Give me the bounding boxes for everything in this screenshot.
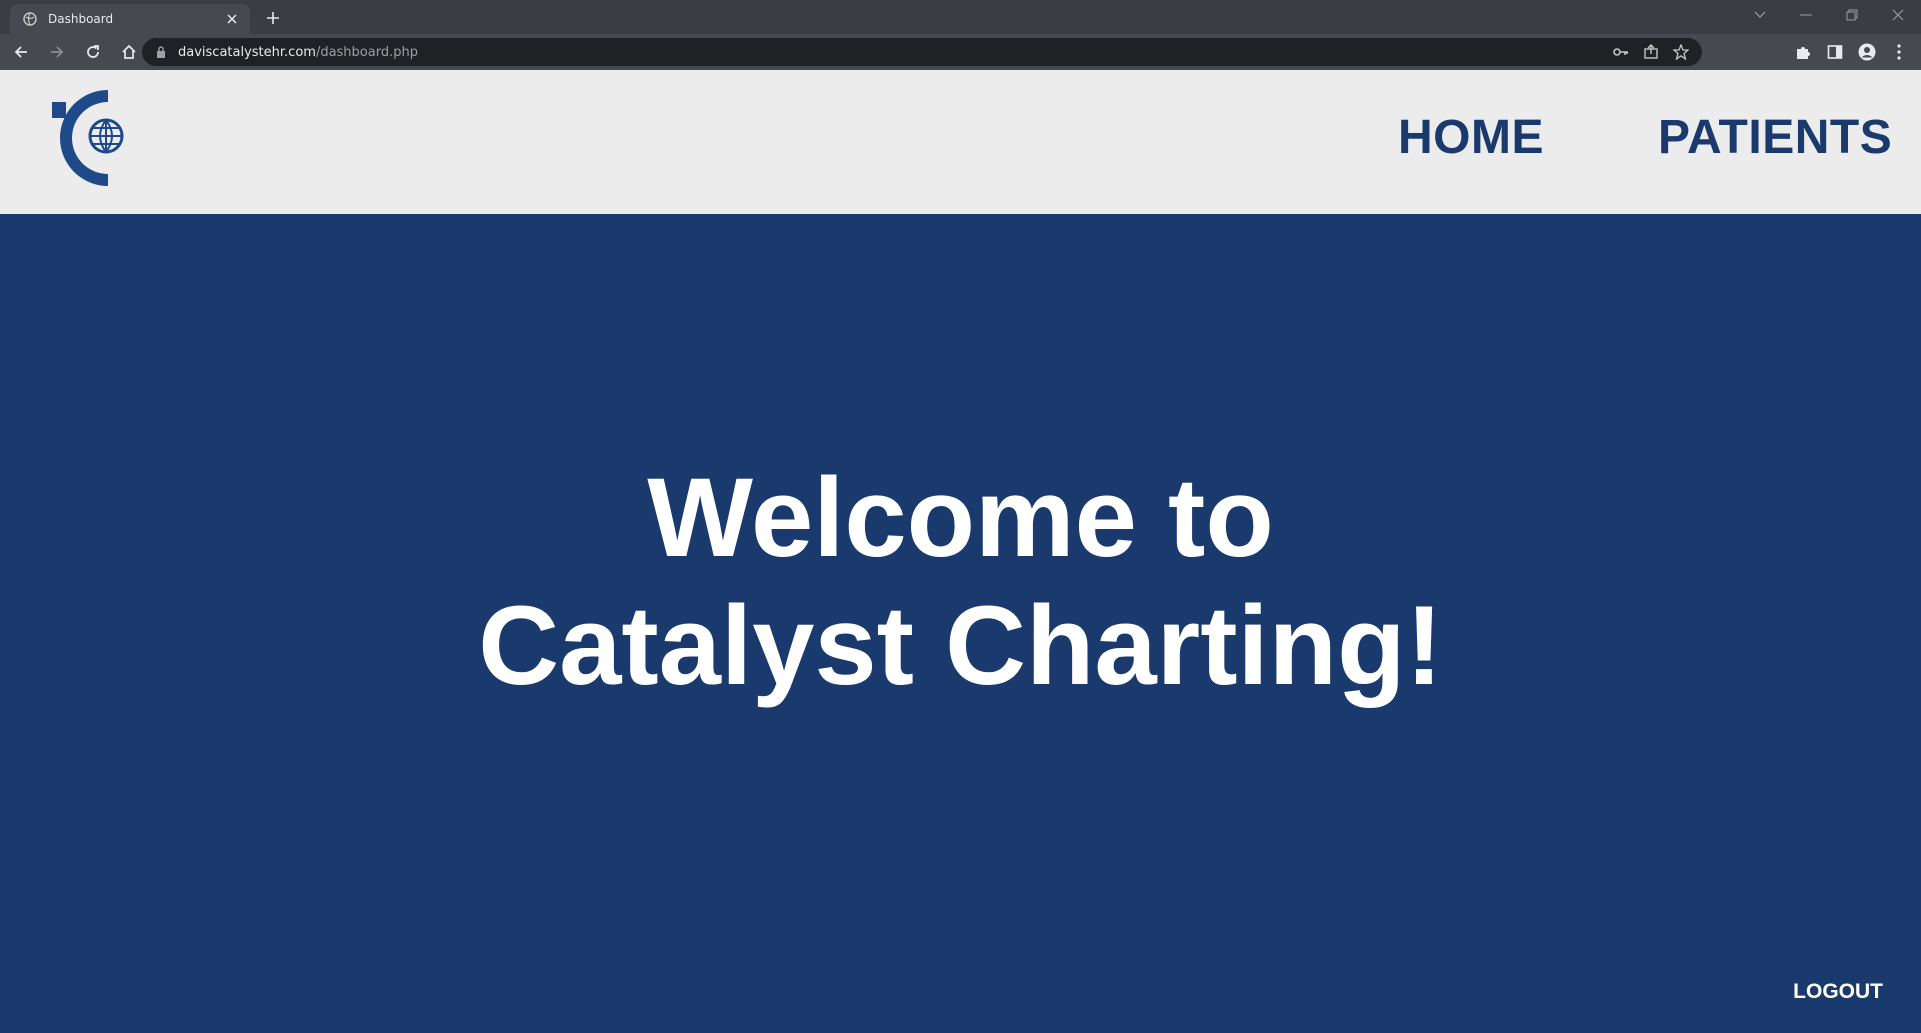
plus-icon[interactable] (262, 7, 284, 29)
url-path: /dashboard.php (315, 44, 418, 60)
restore-icon[interactable] (1829, 0, 1875, 30)
home-icon[interactable] (114, 37, 144, 67)
tab-title: Dashboard (48, 12, 114, 26)
key-icon[interactable] (1606, 38, 1636, 66)
welcome-line-1: Welcome to (647, 455, 1274, 580)
reload-icon[interactable] (78, 37, 108, 67)
star-icon[interactable] (1666, 38, 1696, 66)
puzzle-icon[interactable] (1787, 37, 1819, 67)
close-window-icon[interactable] (1875, 0, 1921, 30)
nav-patients[interactable]: PATIENTS (1658, 110, 1892, 165)
catalyst-logo[interactable] (50, 88, 126, 188)
forward-icon[interactable] (42, 37, 72, 67)
side-panel-icon[interactable] (1819, 37, 1851, 67)
welcome-heading: Welcome to Catalyst Charting! (0, 454, 1921, 710)
back-icon[interactable] (6, 37, 36, 67)
lock-icon[interactable] (154, 45, 168, 59)
address-bar[interactable]: daviscatalystehr.com/dashboard.php (142, 38, 1702, 66)
minimize-icon[interactable] (1783, 0, 1829, 30)
welcome-line-2: Catalyst Charting! (478, 583, 1443, 708)
omnibox-actions (1606, 38, 1696, 66)
close-icon[interactable] (224, 11, 240, 27)
url-text: daviscatalystehr.com/dashboard.php (178, 45, 418, 60)
url-domain: daviscatalystehr.com (178, 44, 316, 60)
logout-link[interactable]: LOGOUT (1793, 980, 1883, 1004)
hero-section: Welcome to Catalyst Charting! LOGOUT (0, 214, 1921, 1033)
browser-toolbar: daviscatalystehr.com/dashboard.php (0, 34, 1921, 70)
more-icon[interactable] (1883, 37, 1915, 67)
share-icon[interactable] (1636, 38, 1666, 66)
nav-home[interactable]: HOME (1398, 110, 1544, 165)
toolbar-actions (1787, 37, 1915, 67)
profile-icon[interactable] (1851, 37, 1883, 67)
browser-tab[interactable]: Dashboard (10, 4, 250, 34)
globe-icon (22, 11, 38, 27)
window-controls (1737, 0, 1921, 30)
chevron-down-icon[interactable] (1737, 0, 1783, 30)
browser-tab-strip: Dashboard (0, 0, 1921, 34)
site-header: HOME PATIENTS (0, 70, 1921, 214)
